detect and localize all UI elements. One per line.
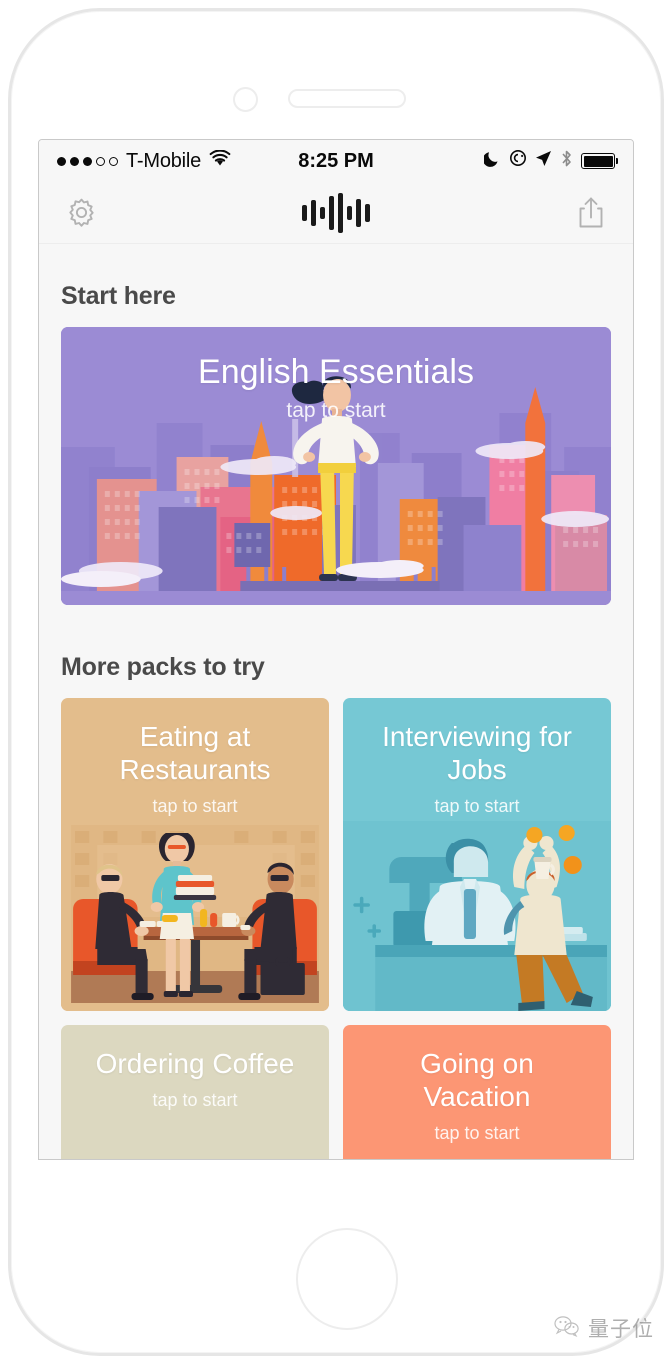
vacation-sunset-scene-illustration — [343, 1148, 611, 1159]
pack-card-subtitle: tap to start — [152, 796, 238, 817]
restaurant-diner-scene-illustration — [61, 821, 329, 1011]
pack-card-title-line1: Going on — [420, 1048, 534, 1079]
gear-icon[interactable] — [63, 195, 99, 231]
bluetooth-icon — [560, 149, 573, 174]
front-camera-icon — [233, 87, 258, 112]
pack-card-subtitle: tap to start — [434, 796, 520, 817]
hero-card-text: English Essentials tap to start — [61, 353, 611, 423]
phone-screen: T-Mobile 8:25 PM Start here English Esse… — [38, 139, 634, 1160]
pack-card-subtitle: tap to start — [152, 1090, 238, 1111]
pack-card-title-line1: Ordering Coffee — [95, 1048, 295, 1079]
pack-card-title-line1: Eating at — [139, 721, 251, 752]
pack-card-english-essentials[interactable]: English Essentials tap to start — [61, 327, 611, 605]
wechat-logo-icon — [554, 1315, 580, 1342]
status-bar: T-Mobile 8:25 PM — [39, 140, 633, 182]
screenshot-root: T-Mobile 8:25 PM Start here English Esse… — [0, 0, 672, 1361]
watermark: 量子位 — [554, 1313, 654, 1343]
pack-card-eating-at-restaurants[interactable]: Eating at Restaurants tap to start — [61, 698, 329, 1011]
pack-card-ordering-coffee[interactable]: Ordering Coffee tap to start — [61, 1025, 329, 1159]
rotation-lock-icon — [509, 149, 527, 173]
pack-grid-row-2: Ordering Coffee tap to start Going on Va… — [61, 1025, 611, 1159]
pack-card-title-line2: Jobs — [447, 754, 507, 786]
signal-strength-icon — [57, 156, 118, 166]
status-bar-left: T-Mobile — [57, 149, 231, 173]
pack-card-title-line1: Interviewing for — [382, 721, 572, 752]
pack-card-text: Going on Vacation tap to start — [343, 1047, 611, 1144]
main-content: Start here English Essentials tap to sta… — [39, 244, 633, 1159]
pack-card-going-on-vacation[interactable]: Going on Vacation tap to start — [343, 1025, 611, 1159]
share-icon[interactable] — [573, 195, 609, 231]
watermark-text: 量子位 — [588, 1318, 654, 1341]
battery-full-icon — [581, 153, 618, 169]
pack-card-interviewing-for-jobs[interactable]: Interviewing for Jobs tap to start — [343, 698, 611, 1011]
app-nav-bar — [39, 182, 633, 244]
pack-grid-row-1: Eating at Restaurants tap to start Inter… — [61, 698, 611, 1011]
home-button[interactable] — [296, 1228, 398, 1330]
location-arrow-icon — [535, 150, 552, 173]
pack-card-title-line2: Restaurants — [119, 754, 271, 786]
pack-card-text: Eating at Restaurants tap to start — [61, 720, 329, 817]
start-here-heading: Start here — [61, 282, 176, 310]
hero-card-subtitle: tap to start — [286, 399, 386, 423]
earpiece-speaker — [288, 89, 406, 108]
coffee-shop-scene-illustration — [61, 1148, 329, 1159]
pack-card-subtitle: tap to start — [434, 1123, 520, 1144]
status-bar-right — [482, 149, 618, 174]
job-interview-scene-illustration — [343, 821, 611, 1011]
do-not-disturb-moon-icon — [482, 149, 501, 173]
pack-card-text: Ordering Coffee tap to start — [61, 1047, 329, 1111]
pack-card-title-line2: Vacation — [423, 1081, 531, 1113]
hero-card-title: English Essentials — [198, 353, 474, 391]
more-packs-heading: More packs to try — [61, 653, 265, 681]
pack-card-text: Interviewing for Jobs tap to start — [343, 720, 611, 817]
wifi-icon — [209, 149, 231, 173]
audio-waveform-logo — [302, 192, 370, 233]
carrier-label: T-Mobile — [126, 149, 202, 172]
